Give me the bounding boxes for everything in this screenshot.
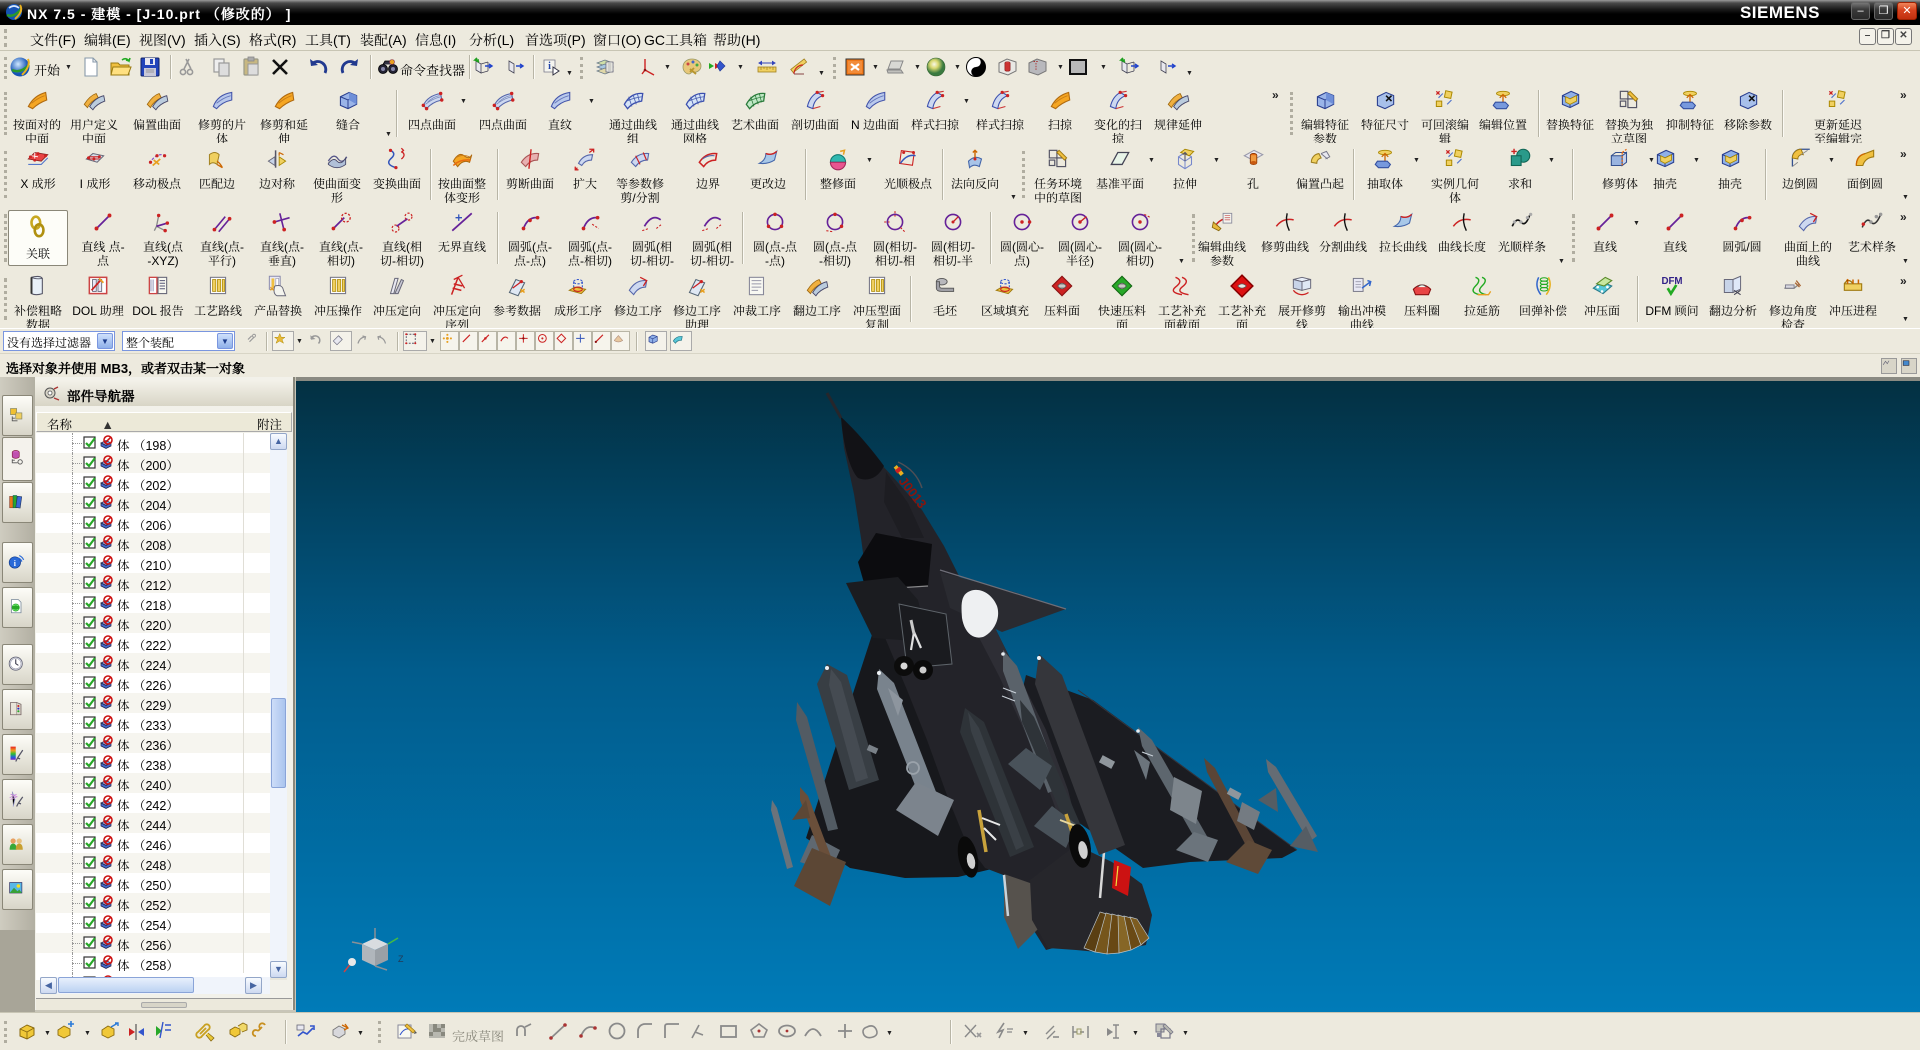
svg-text:Z: Z	[398, 954, 404, 964]
svg-text:i: i	[548, 61, 551, 72]
svg-text:DFM: DFM	[1661, 276, 1682, 287]
